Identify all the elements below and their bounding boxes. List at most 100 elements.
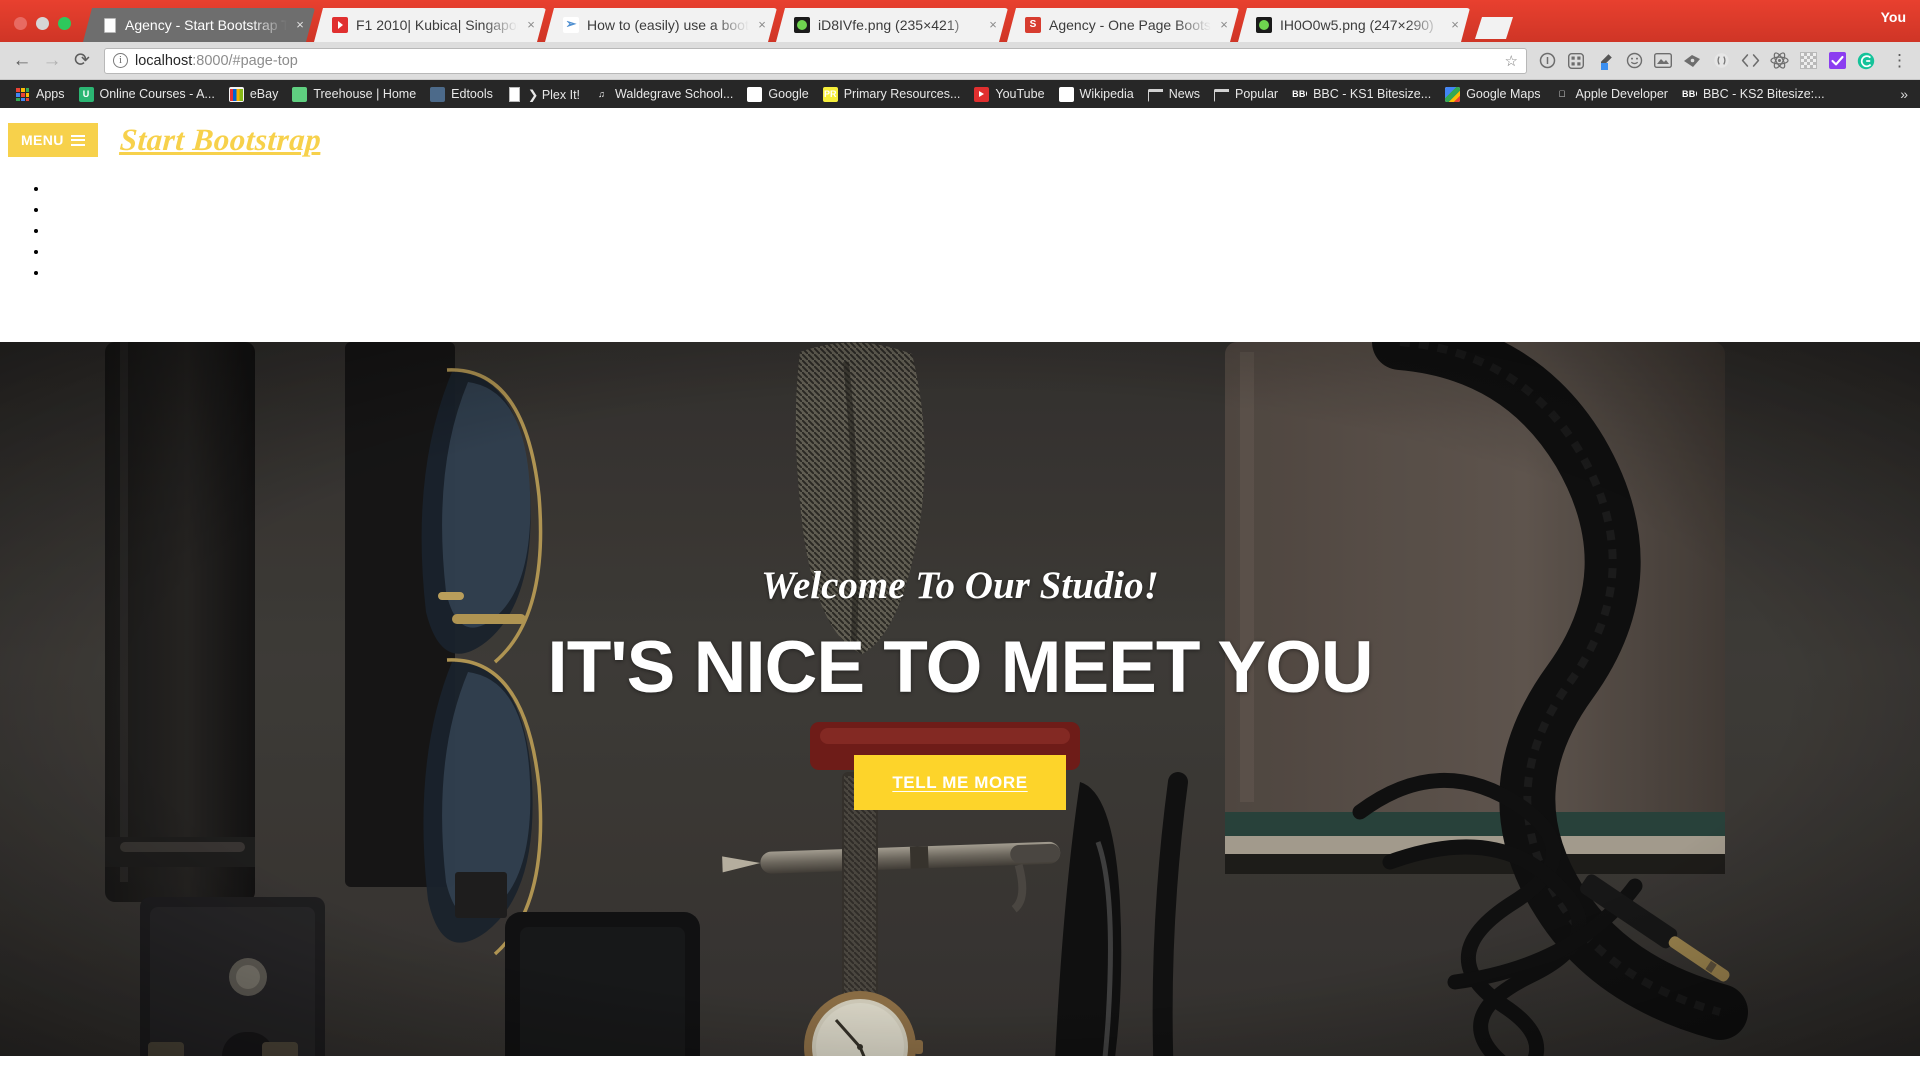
bookmark-bbc-ks1[interactable]: BBC BBC - KS1 Bitesize... (1285, 83, 1438, 105)
bookmark-label: Google Maps (1466, 87, 1541, 101)
eyedropper-icon[interactable] (1595, 51, 1615, 71)
bookmark-google-maps[interactable]: Google Maps (1438, 83, 1547, 105)
bookmark-online-courses[interactable]: U Online Courses - A... (72, 83, 222, 105)
nav-item[interactable] (49, 264, 1920, 285)
bookmarks-bar: Apps U Online Courses - A... eBay Treeho… (0, 80, 1920, 108)
menu-toggle-label: MENU (21, 132, 64, 148)
bookmark-waldegrave-school[interactable]: ♫ Waldegrave School... (587, 83, 740, 105)
parenthesis-circle-icon[interactable] (1711, 51, 1731, 71)
bookmark-label: YouTube (995, 87, 1045, 101)
site-nav-list (0, 180, 1920, 285)
browser-tab[interactable]: Agency - Start Bootstrap Theme × (83, 8, 315, 42)
bookmark-label: Edtools (451, 87, 493, 101)
info-circle-icon[interactable] (1537, 51, 1557, 71)
close-tab-button[interactable]: × (986, 18, 1000, 32)
arrow-icon (563, 17, 579, 33)
browser-tab[interactable]: IH0O0w5.png (247×290) × (1238, 8, 1470, 42)
react-atom-icon[interactable] (1769, 51, 1789, 71)
tab-list: Agency - Start Bootstrap Theme × F1 2010… (83, 8, 1920, 42)
bookmark-label: Google (768, 87, 809, 101)
bookmark-label: Waldegrave School... (615, 87, 734, 101)
browser-toolbar: ← → ⟳ i localhost:8000/#page-top ☆ ⋮ (0, 42, 1920, 80)
close-tab-button[interactable]: × (1448, 18, 1462, 32)
address-bar[interactable]: i localhost:8000/#page-top ☆ (104, 47, 1527, 74)
new-tab-button[interactable] (1475, 17, 1513, 39)
maximize-window-button[interactable] (58, 17, 71, 30)
hero-heading: IT'S NICE TO MEET YOU (547, 626, 1373, 708)
bookmark-label: BBC - KS1 Bitesize... (1313, 87, 1432, 101)
bookmark-google[interactable]: G Google (740, 83, 815, 105)
bookmark-apps[interactable]: Apps (8, 83, 72, 105)
pixel-grid-icon[interactable] (1798, 51, 1818, 71)
udacity-u-icon: U (78, 86, 94, 102)
close-window-button[interactable] (14, 17, 27, 30)
browser-tab[interactable]: S Agency - One Page Bootstrap × (1007, 8, 1239, 42)
close-tab-button[interactable]: × (1217, 18, 1231, 32)
nav-item[interactable] (49, 180, 1920, 201)
google-maps-icon (1445, 86, 1461, 102)
page-viewport: MENU Start Bootstrap • • • • • Welcome T… (0, 110, 1920, 1080)
profile-name[interactable]: You (1881, 9, 1906, 25)
wikipedia-w-icon: W (1058, 86, 1074, 102)
tab-title: Agency - One Page Bootstrap (1049, 17, 1211, 33)
bookmarks-overflow-button[interactable]: » (1900, 86, 1912, 102)
menu-toggle-button[interactable]: MENU (8, 123, 98, 157)
browser-tab[interactable]: F1 2010| Kubica| Singapore - × (314, 8, 546, 42)
tab-title: How to (easily) use a bootstrap (587, 17, 749, 33)
close-tab-button[interactable]: × (524, 18, 538, 32)
bookmark-label: Apps (36, 87, 65, 101)
url-text: localhost:8000/#page-top (135, 53, 1500, 69)
bookmark-primary-resources[interactable]: PR Primary Resources... (816, 83, 968, 105)
page-icon (507, 86, 522, 102)
apps-grid-icon (15, 87, 30, 102)
screenshot-icon[interactable] (1653, 51, 1673, 71)
edtools-icon (430, 86, 446, 102)
browser-window: Agency - Start Bootstrap Theme × F1 2010… (0, 0, 1920, 1080)
image-icon (794, 17, 810, 33)
browser-tab[interactable]: iD8IVfe.png (235×421) × (776, 8, 1008, 42)
grid-squares-icon[interactable] (1566, 51, 1586, 71)
nav-item[interactable] (49, 243, 1920, 264)
bookmark-label: ❯ Plex It! (527, 87, 581, 102)
pen-nib-icon[interactable] (1682, 51, 1702, 71)
image-icon (1256, 17, 1272, 33)
bookmark-youtube[interactable]: YouTube (967, 83, 1051, 105)
bookmark-bbc-ks2[interactable]: BBC BBC - KS2 Bitesize:... (1675, 83, 1832, 105)
site-info-icon[interactable]: i (113, 53, 128, 68)
back-button[interactable]: ← (8, 47, 36, 75)
close-tab-button[interactable]: × (755, 18, 769, 32)
folder-icon (1213, 87, 1229, 102)
close-tab-button[interactable]: × (293, 18, 307, 32)
smiley-icon[interactable] (1624, 51, 1644, 71)
bookmark-folder-popular[interactable]: Popular (1207, 83, 1285, 105)
folder-icon (1147, 87, 1163, 102)
code-brackets-icon[interactable] (1740, 51, 1760, 71)
window-controls (0, 17, 83, 42)
bookmark-treehouse[interactable]: Treehouse | Home (285, 83, 423, 105)
brand-logo[interactable]: Start Bootstrap (119, 122, 323, 158)
bookmark-apple-developer[interactable]:  Apple Developer (1548, 83, 1675, 105)
bookmark-wikipedia[interactable]: W Wikipedia (1052, 83, 1141, 105)
bookmark-folder-news[interactable]: News (1141, 83, 1207, 105)
grammarly-icon[interactable] (1856, 51, 1876, 71)
bookmark-edtools[interactable]: Edtools (423, 83, 500, 105)
bookmark-ebay[interactable]: eBay (222, 83, 286, 105)
browser-tab[interactable]: How to (easily) use a bootstrap × (545, 8, 777, 42)
hamburger-icon (70, 134, 85, 146)
nav-item[interactable] (49, 222, 1920, 243)
bookmark-star-icon[interactable]: ☆ (1500, 52, 1518, 70)
treehouse-icon (292, 86, 308, 102)
tell-me-more-button[interactable]: TELL ME MORE (854, 754, 1066, 810)
bookmark-label: BBC - KS2 Bitesize:... (1702, 87, 1825, 101)
browser-menu-button[interactable]: ⋮ (1885, 51, 1912, 71)
checkmark-purple-icon[interactable] (1827, 51, 1847, 71)
bookmark-plex-it[interactable]: ❯ Plex It! (500, 83, 587, 105)
url-path: :8000/#page-top (192, 52, 298, 69)
reload-button[interactable]: ⟳ (68, 47, 96, 75)
tab-strip: Agency - Start Bootstrap Theme × F1 2010… (0, 0, 1920, 42)
nav-item[interactable] (49, 201, 1920, 222)
forward-button[interactable]: → (38, 47, 66, 75)
hero-section: Welcome To Our Studio! IT'S NICE TO MEET… (0, 342, 1920, 1056)
minimize-window-button[interactable] (36, 17, 49, 30)
bookmark-label: Popular (1234, 87, 1279, 101)
